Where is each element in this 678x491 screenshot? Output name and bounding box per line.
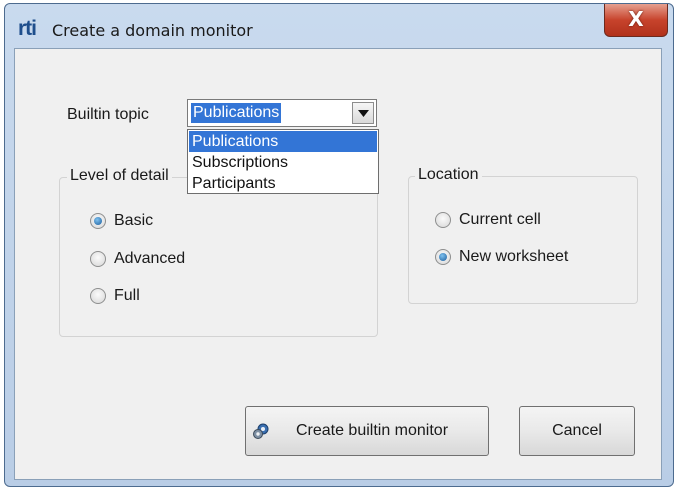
radio-full-label: Full [114, 287, 140, 304]
title-bar[interactable]: rti Create a domain monitor X [5, 4, 673, 50]
dropdown-arrow-button[interactable] [352, 102, 374, 124]
radio-advanced-label: Advanced [114, 250, 186, 267]
radio-full-indicator[interactable] [90, 288, 106, 304]
level-of-detail-title: Level of detail [67, 167, 172, 185]
create-builtin-monitor-button[interactable]: Create builtin monitor [245, 406, 489, 456]
cancel-button[interactable]: Cancel [519, 406, 635, 456]
location-title: Location [415, 166, 482, 184]
location-group: Location Current cell New worksheet [408, 166, 638, 304]
radio-current-cell-indicator[interactable] [435, 212, 451, 228]
dropdown-option-participants[interactable]: Participants [189, 173, 377, 194]
cancel-label: Cancel [552, 422, 602, 439]
dropdown-option-publications[interactable]: Publications [189, 131, 377, 152]
dialog-body: Builtin topic Publications Publications … [14, 48, 662, 480]
create-builtin-monitor-label: Create builtin monitor [295, 422, 449, 439]
rti-logo: rti [18, 17, 37, 40]
chevron-down-icon [358, 110, 369, 117]
window-title: Create a domain monitor [52, 21, 253, 40]
builtin-topic-select[interactable]: Publications [187, 99, 377, 127]
radio-new-worksheet-label: New worksheet [459, 248, 569, 265]
radio-advanced-indicator[interactable] [90, 251, 106, 267]
radio-current-cell-label: Current cell [459, 211, 541, 228]
close-icon: X [628, 7, 644, 31]
dialog-window: rti Create a domain monitor X Builtin to… [4, 3, 674, 487]
radio-new-worksheet-indicator[interactable] [435, 249, 451, 265]
builtin-topic-label: Builtin topic [67, 106, 149, 123]
level-of-detail-group: Level of detail Basic Advanced Full [59, 167, 378, 337]
radio-basic-indicator[interactable] [90, 213, 106, 229]
radio-basic-label: Basic [114, 212, 154, 229]
dropdown-option-subscriptions[interactable]: Subscriptions [189, 152, 377, 173]
builtin-topic-selected-value: Publications [191, 103, 282, 123]
close-button[interactable]: X [604, 4, 668, 37]
builtin-topic-dropdown-list: Publications Subscriptions Participants [187, 129, 379, 194]
